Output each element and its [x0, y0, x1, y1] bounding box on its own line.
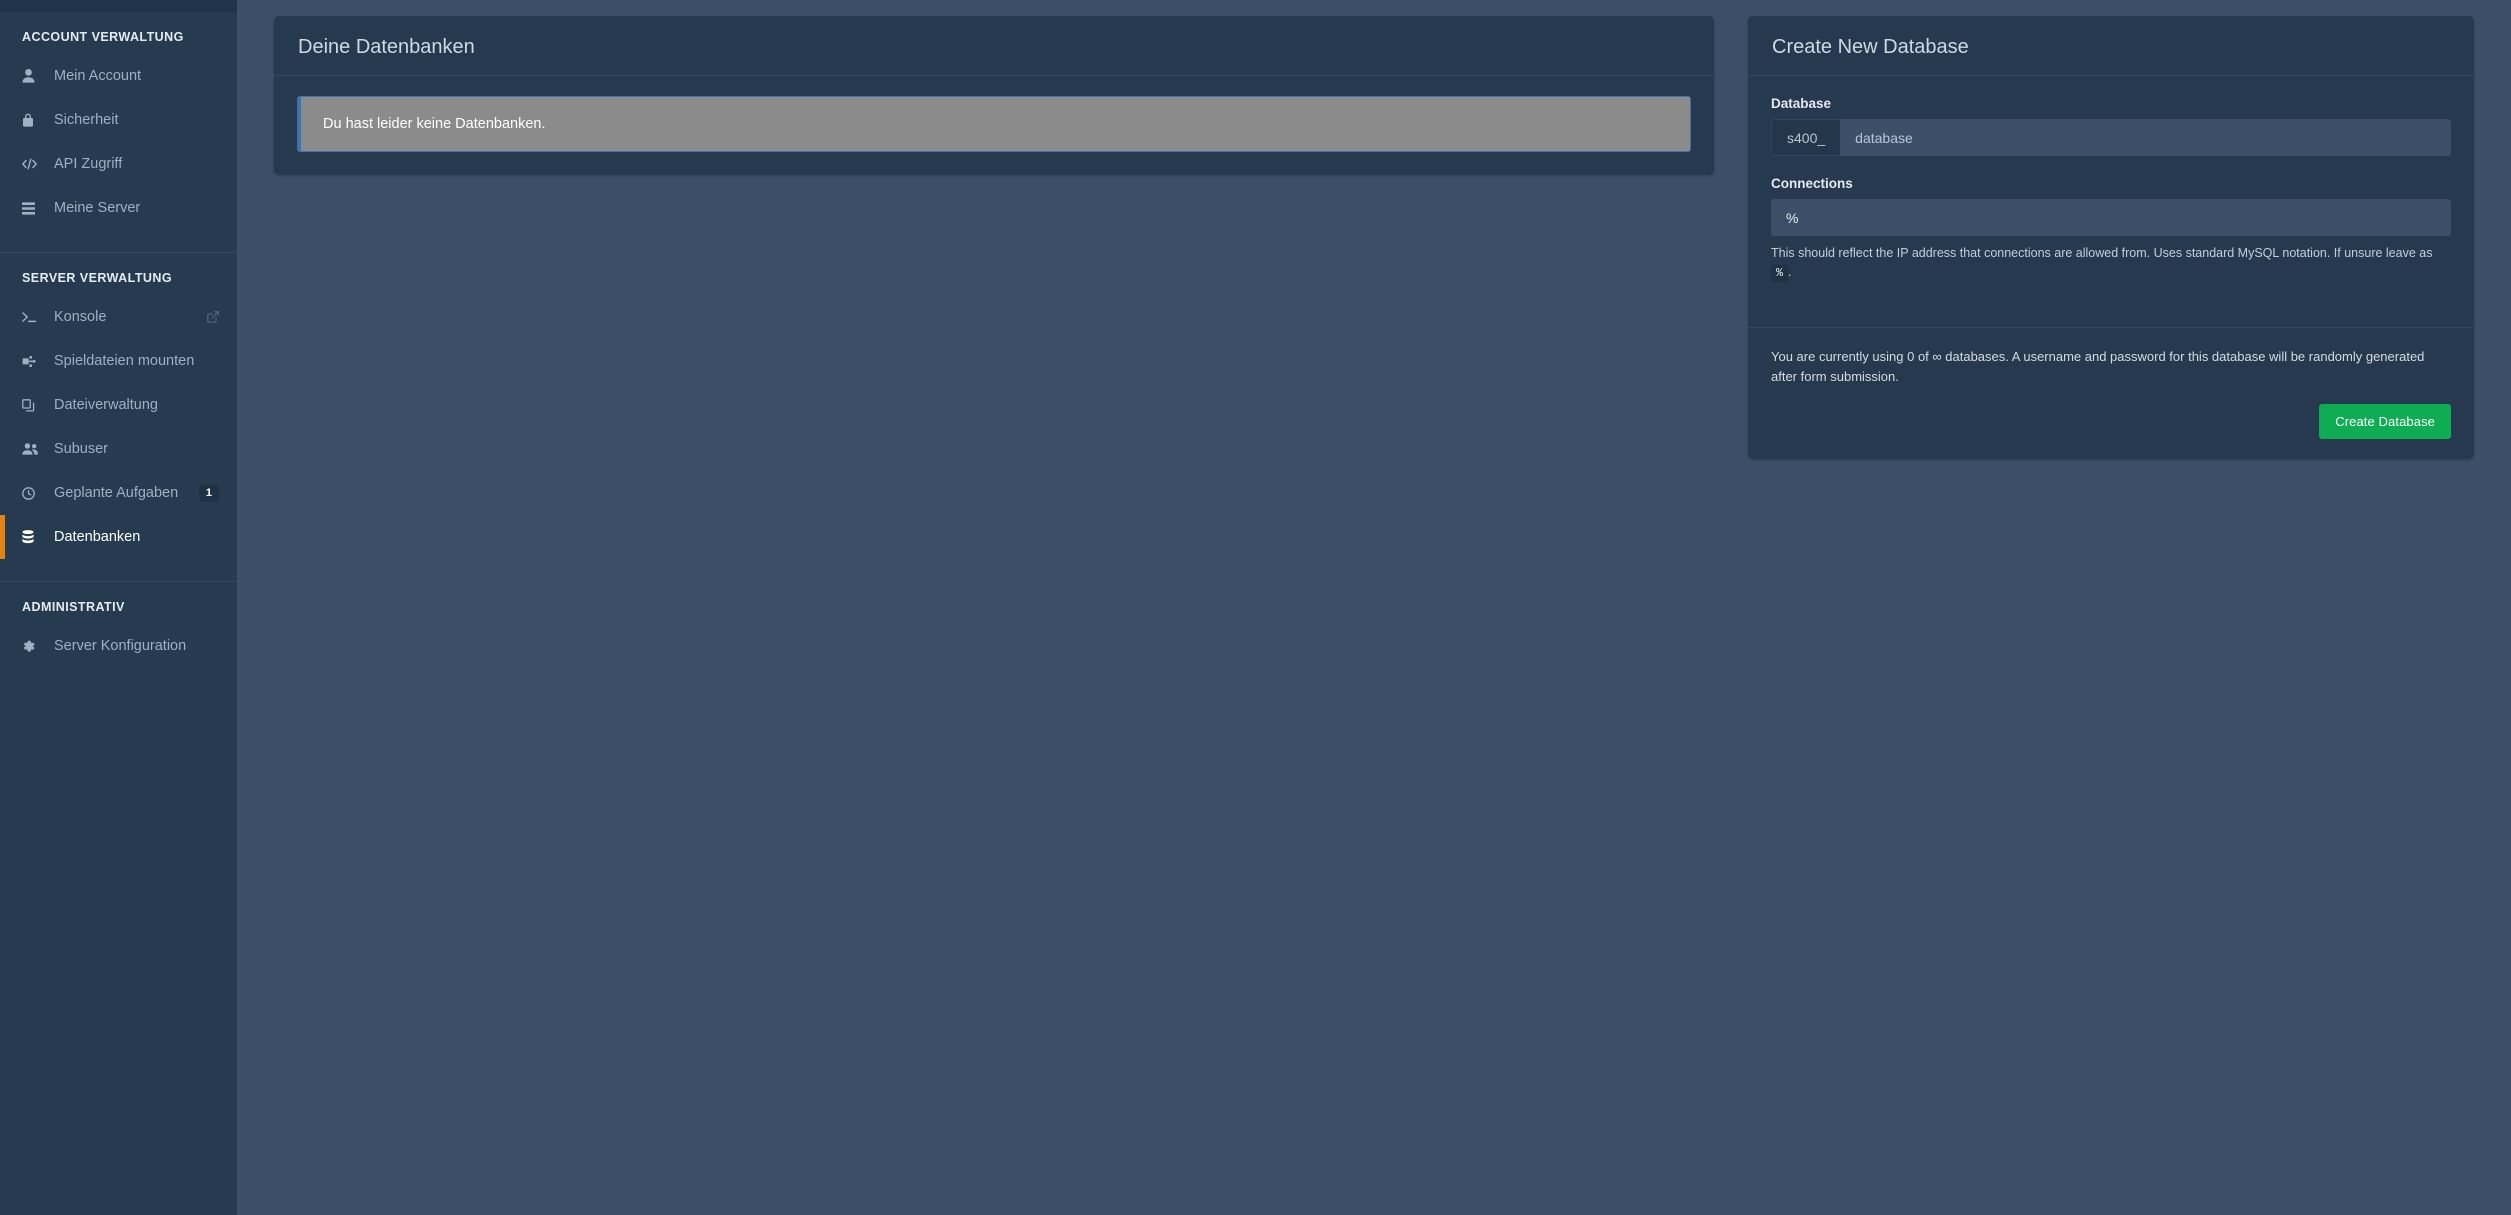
sidebar-item-label: Datenbanken: [54, 529, 141, 545]
sidebar-section: ADMINISTRATIV Server Konfiguration: [0, 582, 237, 690]
database-name-input[interactable]: [1840, 119, 2451, 156]
sidebar-item-label: Meine Server: [54, 200, 141, 216]
databases-card: Deine Datenbanken Du hast leider keine D…: [274, 16, 1714, 175]
create-database-body: Database s400_ Connections This should r…: [1748, 76, 2474, 305]
sidebar-item-geplante-aufgaben[interactable]: Geplante Aufgaben 1: [0, 471, 237, 515]
sidebar-item-subuser[interactable]: Subuser: [0, 427, 237, 471]
sidebar-item-label: API Zugriff: [54, 156, 123, 172]
user-icon: [22, 69, 44, 83]
sidebar-item-label: Server Konfiguration: [54, 638, 187, 654]
sidebar-item-label: Sicherheit: [54, 112, 119, 128]
sidebar-item-sicherheit[interactable]: Sicherheit: [0, 98, 237, 142]
connections-help-after: .: [1787, 264, 1792, 279]
create-database-button-row: Create Database: [1771, 404, 2451, 440]
sidebar-item-meine-server[interactable]: Meine Server: [0, 186, 237, 230]
sidebar-item-label: Spieldateien mounten: [54, 353, 195, 369]
create-database-title: Create New Database: [1748, 16, 2474, 76]
create-database-column: Create New Database Database s400_ Conne…: [1748, 16, 2474, 460]
gear-icon: [22, 640, 44, 653]
sidebar-item-label: Dateiverwaltung: [54, 397, 158, 413]
sidebar-item-label: Subuser: [54, 441, 109, 457]
databases-card-body: Du hast leider keine Datenbanken.: [274, 76, 1714, 175]
sidebar-item-badge: 1: [198, 484, 219, 502]
sidebar-item-konsole[interactable]: Konsole: [0, 295, 237, 339]
connections-help-code: %: [1771, 264, 1788, 282]
app-root: ACCOUNT VERWALTUNG Mein Account Sicherheit…: [0, 0, 2511, 1215]
sidebar-section: SERVER VERWALTUNG Konsole Spieldateien mou…: [0, 253, 237, 582]
files-icon: [22, 398, 44, 412]
create-database-footer: You are currently using 0 of ∞ databases…: [1748, 327, 2474, 459]
users-icon: [22, 443, 44, 455]
sidebar-item-spieldateien-mounten[interactable]: Spieldateien mounten: [0, 339, 237, 383]
server-icon: [22, 201, 44, 215]
database-prefix: s400_: [1771, 119, 1841, 156]
database-field-label: Database: [1771, 96, 1832, 111]
sidebar-item-label: Konsole: [54, 309, 107, 325]
create-database-card: Create New Database Database s400_ Conne…: [1748, 16, 2474, 460]
terminal-icon: [22, 311, 44, 323]
sidebar-item-label: Geplante Aufgaben: [54, 485, 179, 501]
clock-icon: [22, 486, 44, 500]
sidebar: ACCOUNT VERWALTUNG Mein Account Sicherheit…: [0, 0, 237, 1215]
connections-input-group: [1771, 199, 2451, 236]
sidebar-section-heading: SERVER VERWALTUNG: [22, 271, 173, 285]
sidebar-item-server-konfiguration[interactable]: Server Konfiguration: [0, 624, 237, 668]
sidebar-topbar: [0, 0, 237, 12]
database-icon: [22, 530, 44, 544]
database-usage-note: You are currently using 0 of ∞ databases…: [1771, 349, 2425, 385]
lock-icon: [22, 113, 44, 127]
sidebar-item-api-zugriff[interactable]: API Zugriff: [0, 142, 237, 186]
plug-icon: [22, 355, 44, 368]
sidebar-item-dateiverwaltung[interactable]: Dateiverwaltung: [0, 383, 237, 427]
no-databases-alert: Du hast leider keine Datenbanken.: [297, 96, 1691, 152]
external-link-icon: [207, 311, 219, 323]
sidebar-section: ACCOUNT VERWALTUNG Mein Account Sicherheit…: [0, 12, 237, 253]
connections-input[interactable]: [1771, 199, 2451, 236]
databases-column: Deine Datenbanken Du hast leider keine D…: [274, 16, 1714, 175]
create-database-button[interactable]: Create Database: [2319, 404, 2451, 440]
sidebar-item-mein-account[interactable]: Mein Account: [0, 54, 237, 98]
main-content: Deine Datenbanken Du hast leider keine D…: [237, 0, 2511, 1215]
code-icon: [22, 158, 44, 170]
database-input-group: s400_: [1771, 119, 2451, 156]
connections-help-before: This should reflect the IP address that …: [1771, 246, 2433, 260]
sidebar-section-heading: ADMINISTRATIV: [22, 600, 125, 614]
sidebar-item-datenbanken[interactable]: Datenbanken: [0, 515, 237, 559]
databases-card-title: Deine Datenbanken: [274, 16, 1714, 76]
sidebar-item-label: Mein Account: [54, 68, 142, 84]
sidebar-section-heading: ACCOUNT VERWALTUNG: [22, 30, 184, 44]
connections-help-text: This should reflect the IP address that …: [1771, 244, 2451, 282]
connections-field-label: Connections: [1771, 176, 1853, 191]
